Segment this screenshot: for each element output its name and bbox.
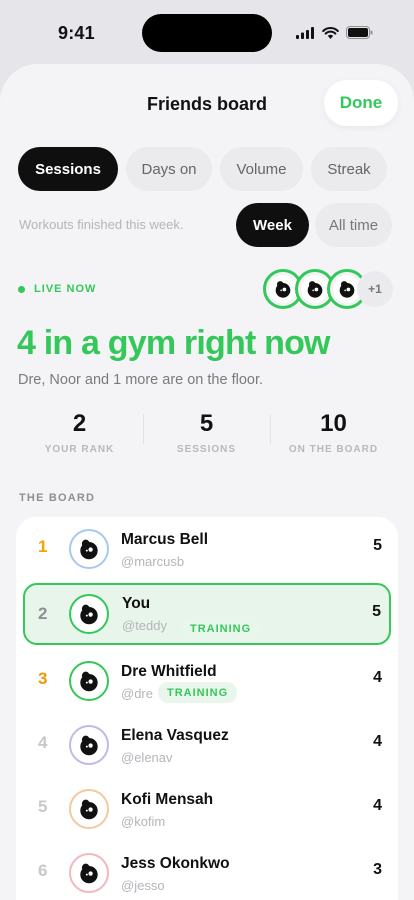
stat-label: YOUR RANK (44, 444, 115, 455)
leaderboard-row[interactable]: 5 Kofi Mensah @kofim 4 (16, 777, 398, 841)
avatar (69, 594, 109, 634)
live-dot-icon (18, 285, 25, 293)
avatar-face-icon (80, 799, 98, 820)
training-badge: TRAINING (158, 682, 238, 703)
more-live-count[interactable]: +1 (357, 271, 393, 307)
status-time: 9:41 (58, 23, 95, 43)
row-handle: @kofim (121, 814, 166, 829)
row-rank: 4 (38, 733, 48, 752)
avatar-face-icon (80, 735, 98, 756)
avatar-face-icon (339, 281, 355, 298)
stat-on-the-board: 10 ON THE BOARD (270, 410, 397, 455)
stat-your-rank: 2 YOUR RANK (16, 410, 143, 455)
row-score: 4 (373, 797, 382, 814)
avatar (69, 853, 109, 893)
stat-label: SESSIONS (176, 444, 237, 455)
period-week-button[interactable]: Week (236, 203, 309, 247)
status-bar: 9:41 (0, 0, 414, 64)
leaderboard-row[interactable]: 6 Jess Okonkwo @jesso 3 (16, 841, 398, 900)
row-name: Jess Okonkwo (121, 855, 230, 872)
row-rank: 6 (38, 861, 48, 880)
avatar-face-icon (80, 604, 98, 625)
done-button[interactable]: Done (324, 80, 398, 126)
stat-label: ON THE BOARD (288, 444, 379, 455)
live-now-indicator: LIVE NOW (18, 283, 96, 295)
row-name: Dre Whitfield (121, 663, 217, 680)
row-rank: 3 (38, 669, 48, 688)
live-headline: 4 in a gym right now (17, 324, 331, 362)
stat-value: 5 (199, 410, 214, 437)
row-handle: @elenav (121, 750, 173, 765)
row-handle: @dre (121, 686, 153, 701)
leaderboard-row[interactable]: 3 Dre Whitfield @dre TRAINING 4 (16, 649, 398, 713)
board-section-title: THE BOARD (19, 492, 96, 504)
row-handle: @jesso (121, 878, 165, 893)
avatar-face-icon (80, 863, 98, 884)
row-rank: 2 (38, 604, 48, 623)
period-subtitle: Workouts finished this week. (19, 217, 184, 232)
battery-icon (346, 26, 373, 39)
avatar (69, 725, 109, 765)
row-name: Marcus Bell (121, 531, 209, 548)
avatar-face-icon (80, 539, 98, 560)
row-name: You (122, 595, 151, 612)
training-badge: TRAINING (181, 618, 261, 639)
row-score: 4 (373, 669, 382, 686)
avatar (69, 789, 109, 829)
row-score: 3 (373, 861, 382, 878)
tab-volume[interactable]: Volume (220, 147, 303, 191)
leaderboard-row-you[interactable]: 2 You @teddy TRAINING 5 (23, 583, 391, 645)
avatar-face-icon (275, 281, 291, 298)
leaderboard-row[interactable]: 4 Elena Vasquez @elenav 4 (16, 713, 398, 777)
row-handle: @marcusb (121, 554, 185, 569)
tab-sessions[interactable]: Sessions (18, 147, 118, 191)
avatar (69, 661, 109, 701)
wifi-icon (322, 26, 339, 39)
avatar-face-icon (80, 671, 98, 692)
row-name: Elena Vasquez (121, 727, 229, 744)
row-score: 4 (373, 733, 382, 750)
stat-value: 10 (320, 410, 347, 437)
status-icons (296, 26, 373, 39)
stat-sessions: 5 SESSIONS (143, 410, 270, 455)
row-score: 5 (373, 537, 382, 554)
avatar (69, 529, 109, 569)
signal-icon (296, 26, 314, 39)
dynamic-island (142, 14, 272, 52)
friends-board-sheet: Friends board Done Sessions Days on Volu… (0, 64, 414, 900)
row-rank: 1 (38, 537, 48, 556)
stat-value: 2 (72, 410, 87, 437)
live-now-label: LIVE NOW (34, 283, 97, 295)
row-score: 5 (372, 603, 381, 620)
live-subtext: Dre, Noor and 1 more are on the floor. (18, 372, 264, 388)
tab-days-on[interactable]: Days on (126, 147, 212, 191)
leaderboard-row[interactable]: 1 Marcus Bell @marcusb 5 (16, 517, 398, 581)
leaderboard-list: 1 Marcus Bell @marcusb 5 2 You @teddy TR… (16, 517, 398, 900)
avatar-face-icon (307, 281, 323, 298)
period-all-time-button[interactable]: All time (315, 203, 392, 247)
row-rank: 5 (38, 797, 48, 816)
tab-streak[interactable]: Streak (311, 147, 387, 191)
row-handle: @teddy (122, 618, 167, 633)
row-name: Kofi Mensah (121, 791, 214, 808)
